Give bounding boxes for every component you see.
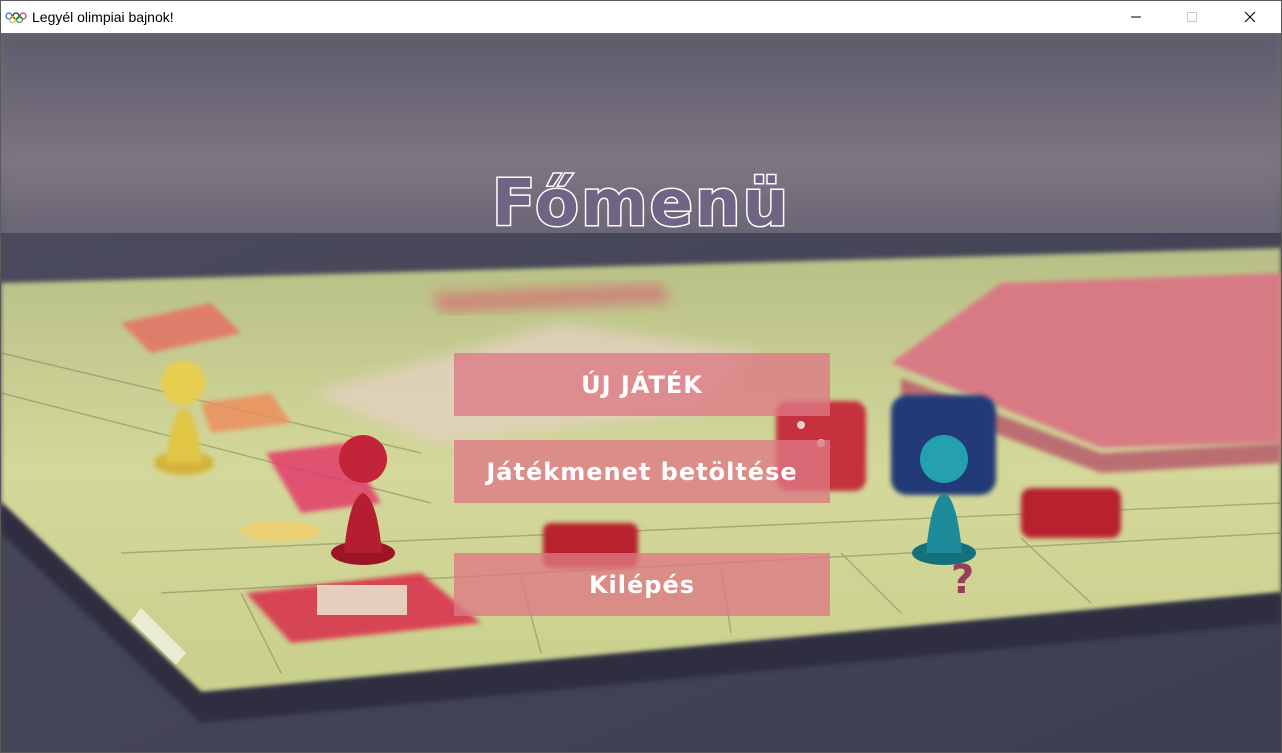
minimize-button[interactable] [1113, 1, 1159, 33]
app-window: Legyél olimpiai bajnok! ? Főmenü ÚJ JÁTÉ… [0, 0, 1282, 753]
main-menu-screen: ? Főmenü ÚJ JÁTÉK Játékmenet betöltése K… [1, 33, 1281, 752]
load-game-button[interactable]: Játékmenet betöltése [454, 440, 830, 503]
maximize-icon [1187, 12, 1197, 22]
svg-text:?: ? [951, 557, 974, 603]
minimize-icon [1131, 16, 1141, 18]
new-game-button[interactable]: ÚJ JÁTÉK [454, 353, 830, 416]
main-menu-title: Főmenü [490, 166, 791, 243]
exit-button[interactable]: Kilépés [454, 553, 830, 616]
window-title: Legyél olimpiai bajnok! [32, 9, 174, 25]
maximize-button[interactable] [1169, 1, 1215, 33]
title-bar[interactable]: Legyél olimpiai bajnok! [1, 1, 1281, 34]
olympic-rings-icon [5, 9, 27, 24]
close-button[interactable] [1227, 1, 1273, 33]
close-icon [1244, 11, 1256, 23]
